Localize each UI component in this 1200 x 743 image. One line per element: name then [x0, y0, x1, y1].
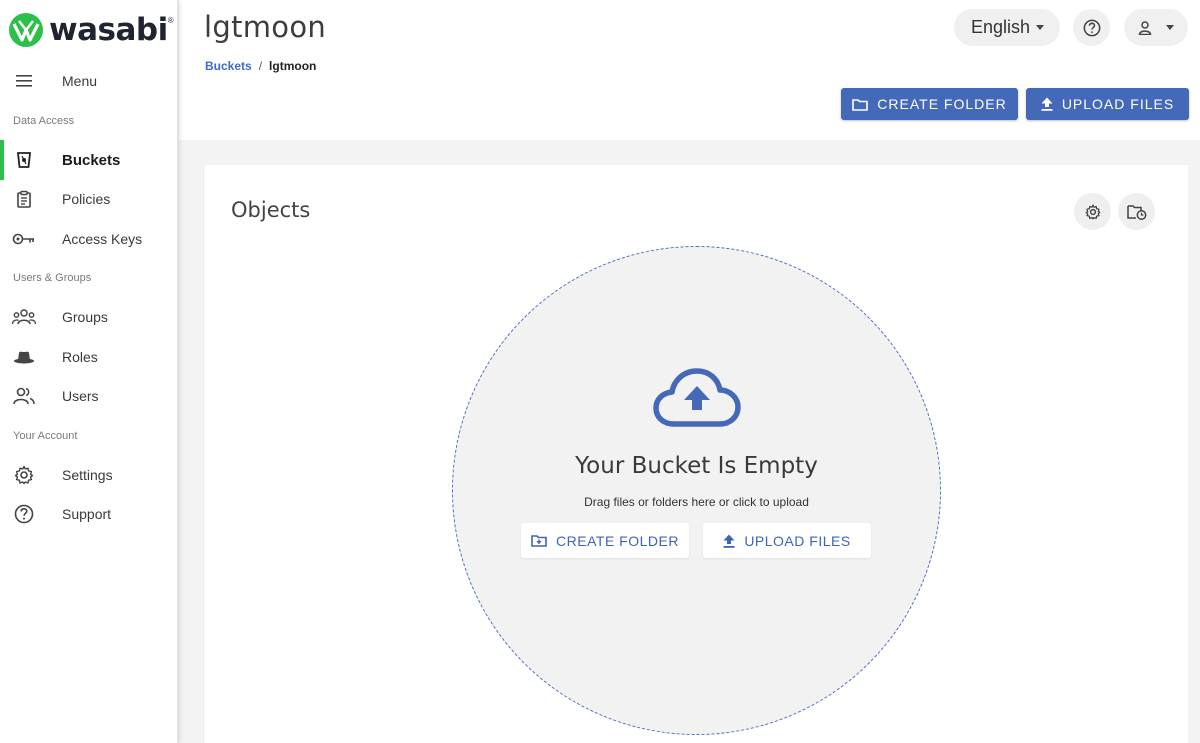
sidebar-item-label: Users: [62, 388, 99, 404]
create-folder-label: CREATE FOLDER: [877, 96, 1007, 112]
breadcrumb: Buckets / lgtmoon: [205, 59, 316, 73]
empty-state-subtitle: Drag files or folders here or click to u…: [584, 495, 809, 509]
users-icon: [12, 384, 36, 408]
sidebar-item-settings[interactable]: Settings: [0, 458, 178, 492]
menu-toggle[interactable]: Menu: [0, 64, 178, 98]
gear-icon: [12, 463, 36, 487]
help-circle-icon: [12, 502, 36, 526]
gear-icon: [1085, 204, 1100, 219]
chevron-down-icon: [1036, 25, 1045, 30]
help-circle-icon: [1083, 19, 1100, 36]
language-selector[interactable]: English: [954, 9, 1060, 46]
wasabi-logo[interactable]: wasabi ®: [8, 12, 174, 48]
folder-clock-icon: [1126, 204, 1146, 220]
sidebar-item-access-keys[interactable]: Access Keys: [0, 222, 178, 256]
sidebar-item-label: Policies: [62, 191, 111, 207]
sidebar-item-label: Roles: [62, 349, 98, 365]
cloud-upload-icon: [653, 368, 741, 427]
section-label-users-groups: Users & Groups: [13, 272, 92, 284]
sidebar-item-label: Support: [62, 506, 112, 522]
objects-settings-button[interactable]: [1074, 193, 1111, 230]
language-label: English: [971, 17, 1031, 37]
user-menu-button[interactable]: [1124, 9, 1188, 46]
upload-dropzone[interactable]: Your Bucket Is Empty Drag files or folde…: [452, 246, 941, 735]
sidebar-item-label: Settings: [62, 467, 113, 483]
section-label-data-access: Data Access: [13, 115, 75, 127]
sidebar-item-label: Buckets: [62, 151, 121, 169]
empty-create-folder-label: CREATE FOLDER: [556, 532, 679, 549]
empty-create-folder-button[interactable]: CREATE FOLDER: [521, 523, 689, 558]
empty-state-title: Your Bucket Is Empty: [575, 453, 818, 479]
groups-icon: [12, 305, 36, 329]
hamburger-icon: [12, 69, 36, 93]
objects-card: Objects Your Bucket Is Empty Drag files …: [205, 165, 1188, 743]
create-folder-button[interactable]: CREATE FOLDER: [841, 88, 1018, 120]
page-header: lgtmoon Buckets / lgtmoon English CREATE…: [179, 0, 1200, 140]
brand-name: wasabi: [49, 12, 168, 48]
wasabi-logo-icon: [9, 13, 43, 47]
breadcrumb-buckets-link[interactable]: Buckets: [205, 59, 252, 73]
user-icon: [1138, 20, 1152, 35]
brand-trademark: ®: [167, 16, 174, 25]
sidebar: wasabi ® Menu Data Access Buckets Polici…: [0, 0, 178, 743]
menu-label: Menu: [62, 73, 98, 89]
section-label-your-account: Your Account: [13, 430, 78, 442]
sidebar-item-policies[interactable]: Policies: [0, 182, 178, 216]
sidebar-item-support[interactable]: Support: [0, 497, 178, 531]
empty-upload-files-label: UPLOAD FILES: [744, 532, 851, 549]
page-title: lgtmoon: [204, 10, 327, 44]
upload-files-label: UPLOAD FILES: [1061, 96, 1175, 112]
sidebar-item-label: Groups: [62, 309, 108, 325]
empty-upload-files-button[interactable]: UPLOAD FILES: [703, 523, 871, 558]
upload-icon: [723, 534, 735, 548]
clipboard-icon: [12, 187, 36, 211]
sidebar-item-roles[interactable]: Roles: [0, 340, 178, 374]
folder-plus-icon: [531, 535, 547, 547]
hat-icon: [12, 345, 36, 369]
upload-icon: [1041, 97, 1053, 111]
bucket-icon: [12, 148, 36, 172]
sidebar-item-users[interactable]: Users: [0, 379, 178, 413]
folder-icon: [852, 98, 869, 111]
help-button[interactable]: [1073, 9, 1110, 46]
sidebar-item-groups[interactable]: Groups: [0, 300, 178, 334]
upload-files-button[interactable]: UPLOAD FILES: [1026, 88, 1189, 120]
key-icon: [12, 227, 36, 251]
chevron-down-icon: [1166, 25, 1174, 30]
folder-history-button[interactable]: [1118, 193, 1155, 230]
breadcrumb-current: lgtmoon: [269, 59, 317, 73]
breadcrumb-separator: /: [258, 59, 263, 73]
objects-title: Objects: [231, 198, 311, 222]
sidebar-item-label: Access Keys: [62, 231, 143, 247]
sidebar-item-buckets[interactable]: Buckets: [0, 140, 178, 180]
